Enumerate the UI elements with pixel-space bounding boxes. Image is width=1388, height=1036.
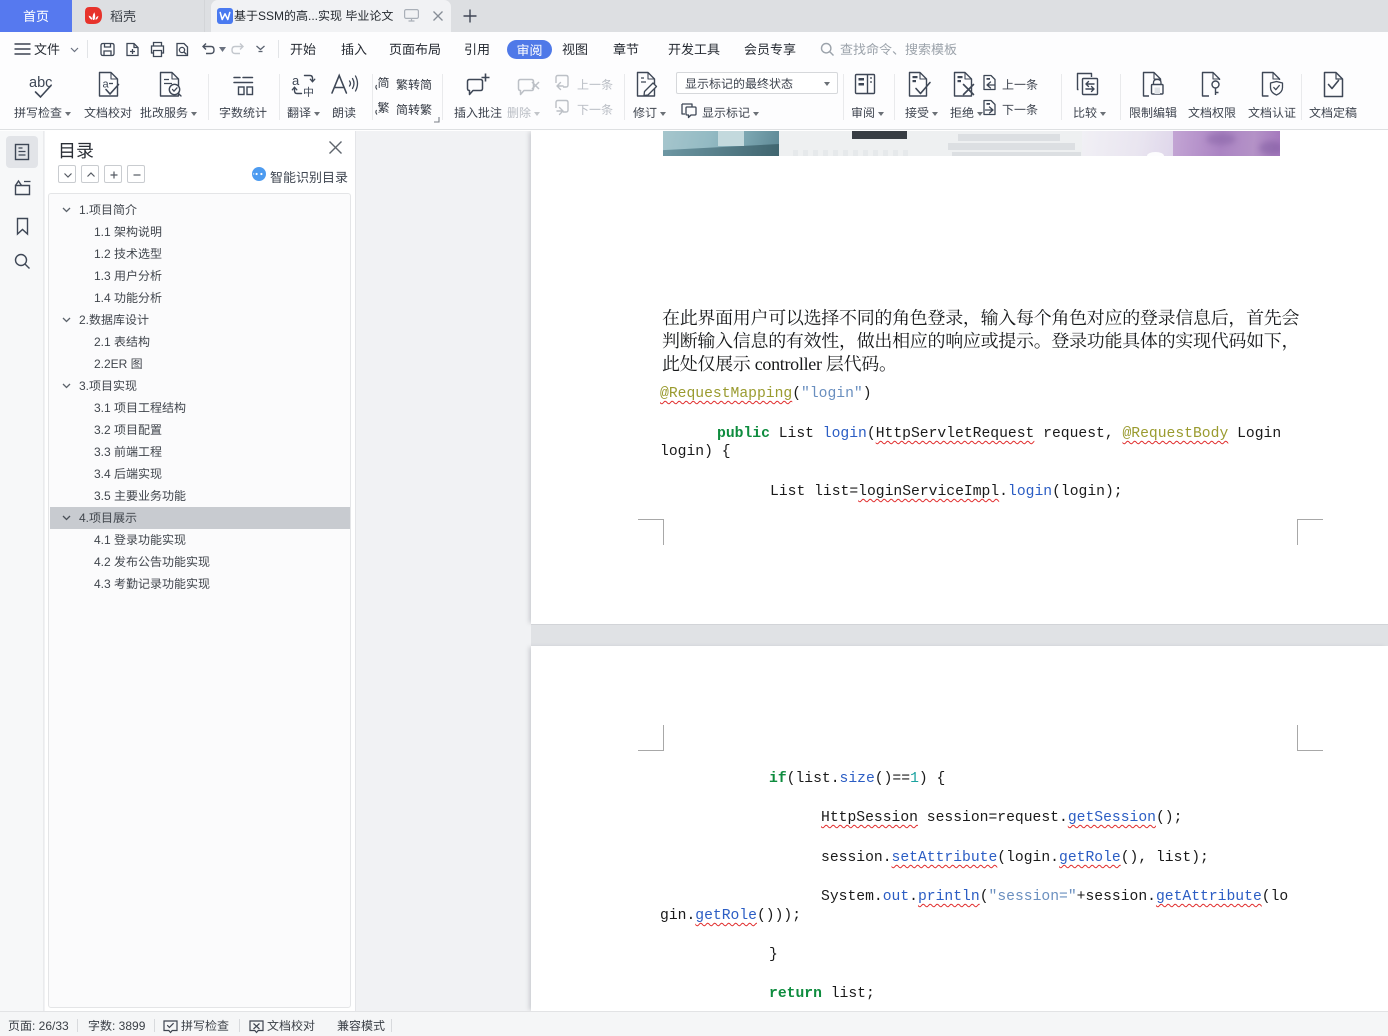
svg-text:a: a [103, 79, 110, 91]
svg-text:中: 中 [303, 84, 314, 98]
svg-text:繁: 繁 [378, 99, 390, 116]
svg-text:简: 简 [378, 74, 390, 91]
svg-text:a: a [292, 73, 300, 88]
